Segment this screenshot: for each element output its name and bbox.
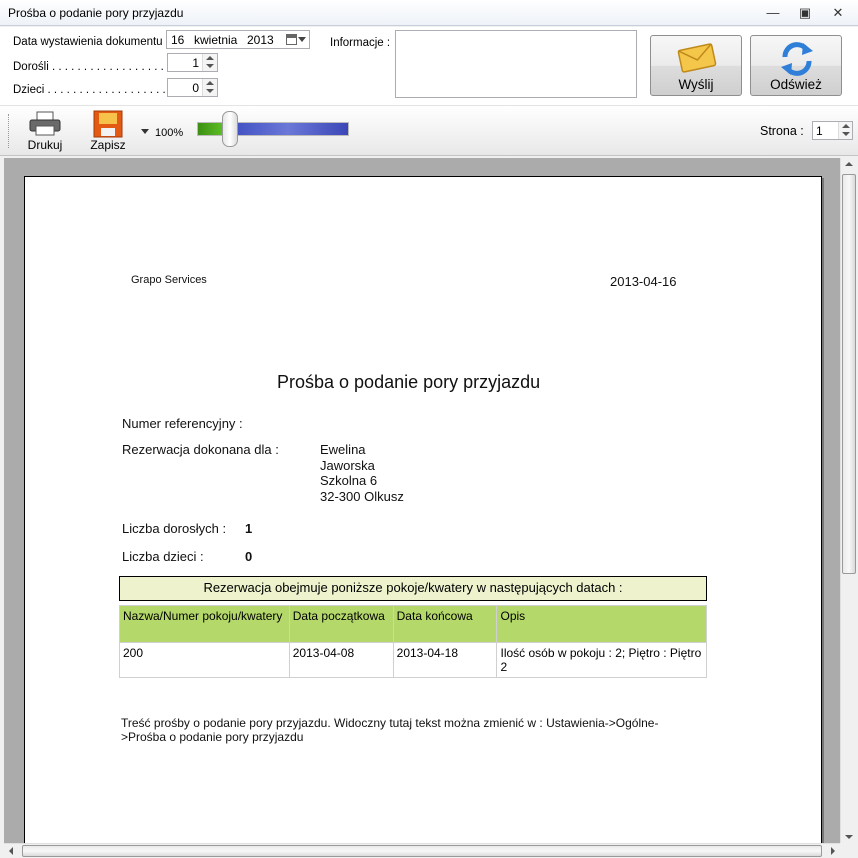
- adults-label: Dorośli . . . . . . . . . . . . . . . . …: [13, 61, 164, 73]
- column-header: Data początkowa: [288, 605, 394, 643]
- spin-down-icon[interactable]: [206, 64, 214, 68]
- spin-up-icon[interactable]: [206, 56, 214, 60]
- guest-first-name: Ewelina: [320, 442, 366, 457]
- page-value: 1: [816, 124, 823, 138]
- scroll-up-icon[interactable]: [845, 162, 853, 166]
- footer-text: Treść prośby o podanie pory przyjazdu. W…: [121, 716, 659, 744]
- refresh-button[interactable]: Odśwież: [750, 35, 842, 96]
- spin-up-icon[interactable]: [842, 124, 850, 128]
- rooms-table: Nazwa/Numer pokoju/kwatery Data początko…: [119, 605, 707, 678]
- table-header-row: Nazwa/Numer pokoju/kwatery Data początko…: [119, 605, 707, 643]
- send-label: Wyślij: [678, 77, 714, 92]
- form-panel: Data wystawienia dokumentu . 16 kwietnia…: [0, 27, 858, 106]
- save-icon: [93, 110, 123, 138]
- reservation-label: Rezerwacja dokonana dla :: [122, 442, 279, 457]
- scroll-left-icon[interactable]: [9, 847, 13, 855]
- children-label: Dzieci . . . . . . . . . . . . . . . . .…: [13, 84, 166, 96]
- maximize-icon[interactable]: ▣: [792, 3, 818, 23]
- horizontal-scrollbar[interactable]: [4, 843, 840, 858]
- company-name: Grapo Services: [131, 274, 207, 286]
- chevron-down-icon[interactable]: [298, 37, 306, 42]
- children-stepper-arrows[interactable]: [202, 79, 217, 96]
- spin-up-icon[interactable]: [206, 81, 214, 85]
- guest-last-name: Jaworska: [320, 457, 375, 473]
- document-title: Prośba o podanie pory przyjazdu: [277, 372, 541, 392]
- page-label: Strona :: [760, 124, 804, 138]
- zoom-slider-track[interactable]: [197, 122, 349, 136]
- table-cell: 2013-04-08: [288, 642, 394, 678]
- adults-value: 1: [192, 56, 199, 70]
- refresh-icon: [781, 42, 813, 76]
- rooms-header: Rezerwacja obejmuje poniższe pokoje/kwat…: [119, 576, 707, 601]
- info-label: Informacje :: [330, 37, 391, 49]
- children-stepper[interactable]: 0: [167, 78, 218, 97]
- adults-stepper[interactable]: 1: [167, 53, 218, 72]
- table-cell: 200: [119, 642, 290, 678]
- page-stepper[interactable]: 1: [812, 121, 853, 140]
- toolbar-grip[interactable]: [8, 114, 11, 148]
- minimize-icon[interactable]: —: [760, 3, 786, 23]
- adults-stepper-arrows[interactable]: [202, 54, 217, 71]
- envelope-icon: [677, 43, 717, 73]
- date-year: 2013: [247, 33, 274, 47]
- spin-down-icon[interactable]: [842, 132, 850, 136]
- print-label: Drukuj: [27, 138, 63, 152]
- send-button[interactable]: Wyślij: [650, 35, 742, 96]
- title-bar: Prośba o podanie pory przyjazdu — ▣ ✕: [0, 0, 858, 26]
- adults-count-value: 1: [245, 521, 253, 536]
- guest-street: Szkolna 6: [320, 473, 378, 488]
- calendar-icon[interactable]: [286, 34, 297, 45]
- page-stepper-arrows[interactable]: [838, 122, 852, 139]
- children-count-value: 0: [245, 549, 253, 564]
- column-header: Opis: [496, 605, 707, 643]
- date-picker[interactable]: 16 kwietnia 2013: [166, 30, 310, 49]
- date-month: kwietnia: [194, 33, 238, 47]
- print-toolbar: Drukuj Zapisz 100% Strona : 1: [0, 106, 858, 156]
- print-button[interactable]: Drukuj: [22, 108, 68, 154]
- table-cell: Ilość osób w pokoju : 2; Piętro : Piętro…: [496, 642, 707, 678]
- vertical-scroll-thumb[interactable]: [842, 174, 856, 574]
- scroll-down-icon[interactable]: [845, 835, 853, 839]
- adults-count-label: Liczba dorosłych :: [122, 521, 227, 536]
- guest-address: Ewelina Jaworska Szkolna 6 32-300 Olkusz: [320, 442, 404, 504]
- children-value: 0: [192, 81, 199, 95]
- document-page: Grapo Services 2013-04-16 Prośba o podan…: [24, 176, 822, 843]
- save-label: Zapisz: [90, 138, 126, 152]
- zoom-label: 100%: [155, 127, 184, 139]
- guest-city: 32-300 Olkusz: [320, 488, 404, 504]
- zoom-slider-thumb[interactable]: [222, 111, 238, 147]
- printer-icon: [29, 111, 61, 136]
- info-textarea[interactable]: [395, 30, 637, 98]
- refresh-label: Odśwież: [770, 77, 822, 92]
- horizontal-scroll-thumb[interactable]: [22, 845, 822, 857]
- table-cell: 2013-04-18: [392, 642, 498, 678]
- print-preview: Grapo Services 2013-04-16 Prośba o podan…: [4, 158, 840, 843]
- column-header: Data końcowa: [392, 605, 498, 643]
- ref-label: Numer referencyjny :: [122, 416, 243, 431]
- scroll-corner: [840, 843, 858, 858]
- document-date: 2013-04-16: [610, 274, 677, 289]
- date-label: Data wystawienia dokumentu .: [13, 36, 169, 48]
- vertical-scrollbar[interactable]: [840, 158, 857, 843]
- spin-down-icon[interactable]: [206, 89, 214, 93]
- date-day: 16: [171, 33, 185, 47]
- zoom-dropdown-icon[interactable]: [141, 129, 149, 134]
- window-title: Prośba o podanie pory przyjazdu: [8, 6, 184, 20]
- save-button[interactable]: Zapisz: [86, 108, 130, 154]
- children-count-label: Liczba dzieci :: [122, 549, 204, 564]
- close-icon[interactable]: ✕: [825, 3, 851, 23]
- column-header: Nazwa/Numer pokoju/kwatery: [119, 605, 290, 643]
- table-row: 200 2013-04-08 2013-04-18 Ilość osób w p…: [119, 642, 707, 678]
- scroll-right-icon[interactable]: [831, 847, 835, 855]
